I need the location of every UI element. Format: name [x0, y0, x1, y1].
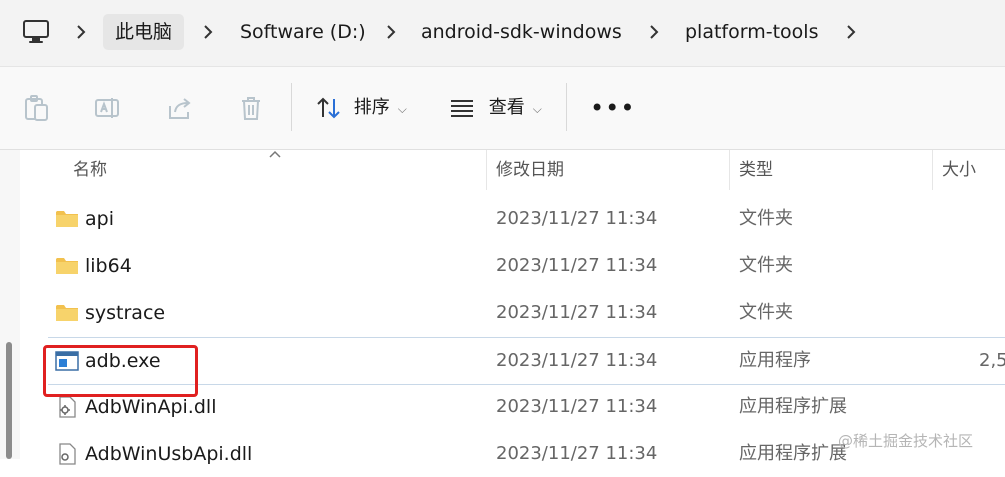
file-type: 应用程序扩展 [739, 396, 847, 417]
chevron-right-icon[interactable] [846, 22, 856, 42]
sort-ascending-icon [269, 150, 281, 158]
chevron-right-icon[interactable] [386, 22, 396, 42]
file-type: 文件夹 [739, 255, 793, 276]
paste-icon[interactable] [22, 94, 50, 122]
chevron-right-icon[interactable] [649, 22, 659, 42]
breadcrumb-platform-tools[interactable]: platform-tools [685, 14, 818, 50]
file-type: 应用程序扩展 [739, 443, 847, 464]
breadcrumb-this-pc[interactable]: 此电脑 [103, 14, 185, 50]
watermark-text: @稀土掘金技术社区 [838, 432, 974, 450]
annotation-highlight-box [43, 345, 198, 397]
file-type: 文件夹 [739, 208, 793, 229]
column-header-size[interactable]: 大小 [942, 150, 976, 190]
scrollbar-thumb[interactable] [6, 342, 12, 459]
table-row[interactable]: api 2023/11/27 11:34 文件夹 [48, 196, 1005, 242]
sort-label: 排序 [353, 97, 390, 118]
folder-icon [56, 211, 78, 227]
rename-icon[interactable] [93, 94, 121, 122]
column-header-type[interactable]: 类型 [739, 150, 773, 190]
command-bar: 排序 ⌵ 查看 ⌵ ••• [0, 67, 1005, 150]
column-header-name[interactable]: 名称 [73, 150, 107, 190]
view-button[interactable]: 查看 ⌵ [449, 91, 542, 125]
sort-icon [317, 97, 340, 119]
folder-icon [56, 258, 78, 274]
delete-icon[interactable] [237, 94, 265, 122]
address-bar[interactable]: 此电脑 Software (D:) android-sdk-windows pl… [0, 0, 1005, 67]
column-header-date[interactable]: 修改日期 [496, 150, 564, 190]
dll-icon [59, 396, 76, 418]
computer-icon[interactable] [22, 19, 50, 45]
file-type: 应用程序 [739, 350, 811, 371]
file-name: systrace [85, 302, 166, 324]
table-row[interactable]: lib64 2023/11/27 11:34 文件夹 [48, 243, 1005, 289]
file-date: 2023/11/27 11:34 [496, 255, 658, 276]
file-name: api [85, 208, 114, 230]
dll-icon [59, 443, 76, 465]
file-date: 2023/11/27 11:34 [496, 302, 658, 323]
file-date: 2023/11/27 11:34 [496, 396, 658, 417]
breadcrumb-android-sdk-windows[interactable]: android-sdk-windows [421, 14, 622, 50]
file-date: 2023/11/27 11:34 [496, 350, 658, 371]
file-name: lib64 [85, 255, 132, 277]
chevron-right-icon[interactable] [203, 22, 213, 42]
share-icon[interactable] [166, 94, 194, 122]
breadcrumb-software-d[interactable]: Software (D:) [240, 14, 366, 50]
view-list-icon [451, 100, 473, 117]
folder-icon [56, 305, 78, 321]
chevron-right-icon[interactable] [76, 22, 86, 42]
chevron-down-icon: ⌵ [397, 102, 407, 116]
more-options-button[interactable]: ••• [590, 96, 635, 120]
view-label: 查看 [488, 97, 525, 118]
file-name: AdbWinUsbApi.dll [85, 443, 253, 465]
file-date: 2023/11/27 11:34 [496, 208, 658, 229]
chevron-down-icon: ⌵ [532, 102, 542, 116]
file-type: 文件夹 [739, 302, 793, 323]
file-size: 2,5 [979, 350, 1005, 371]
sort-button[interactable]: 排序 ⌵ [316, 91, 407, 125]
table-row[interactable]: systrace 2023/11/27 11:34 文件夹 [48, 290, 1005, 336]
file-date: 2023/11/27 11:34 [496, 443, 658, 464]
